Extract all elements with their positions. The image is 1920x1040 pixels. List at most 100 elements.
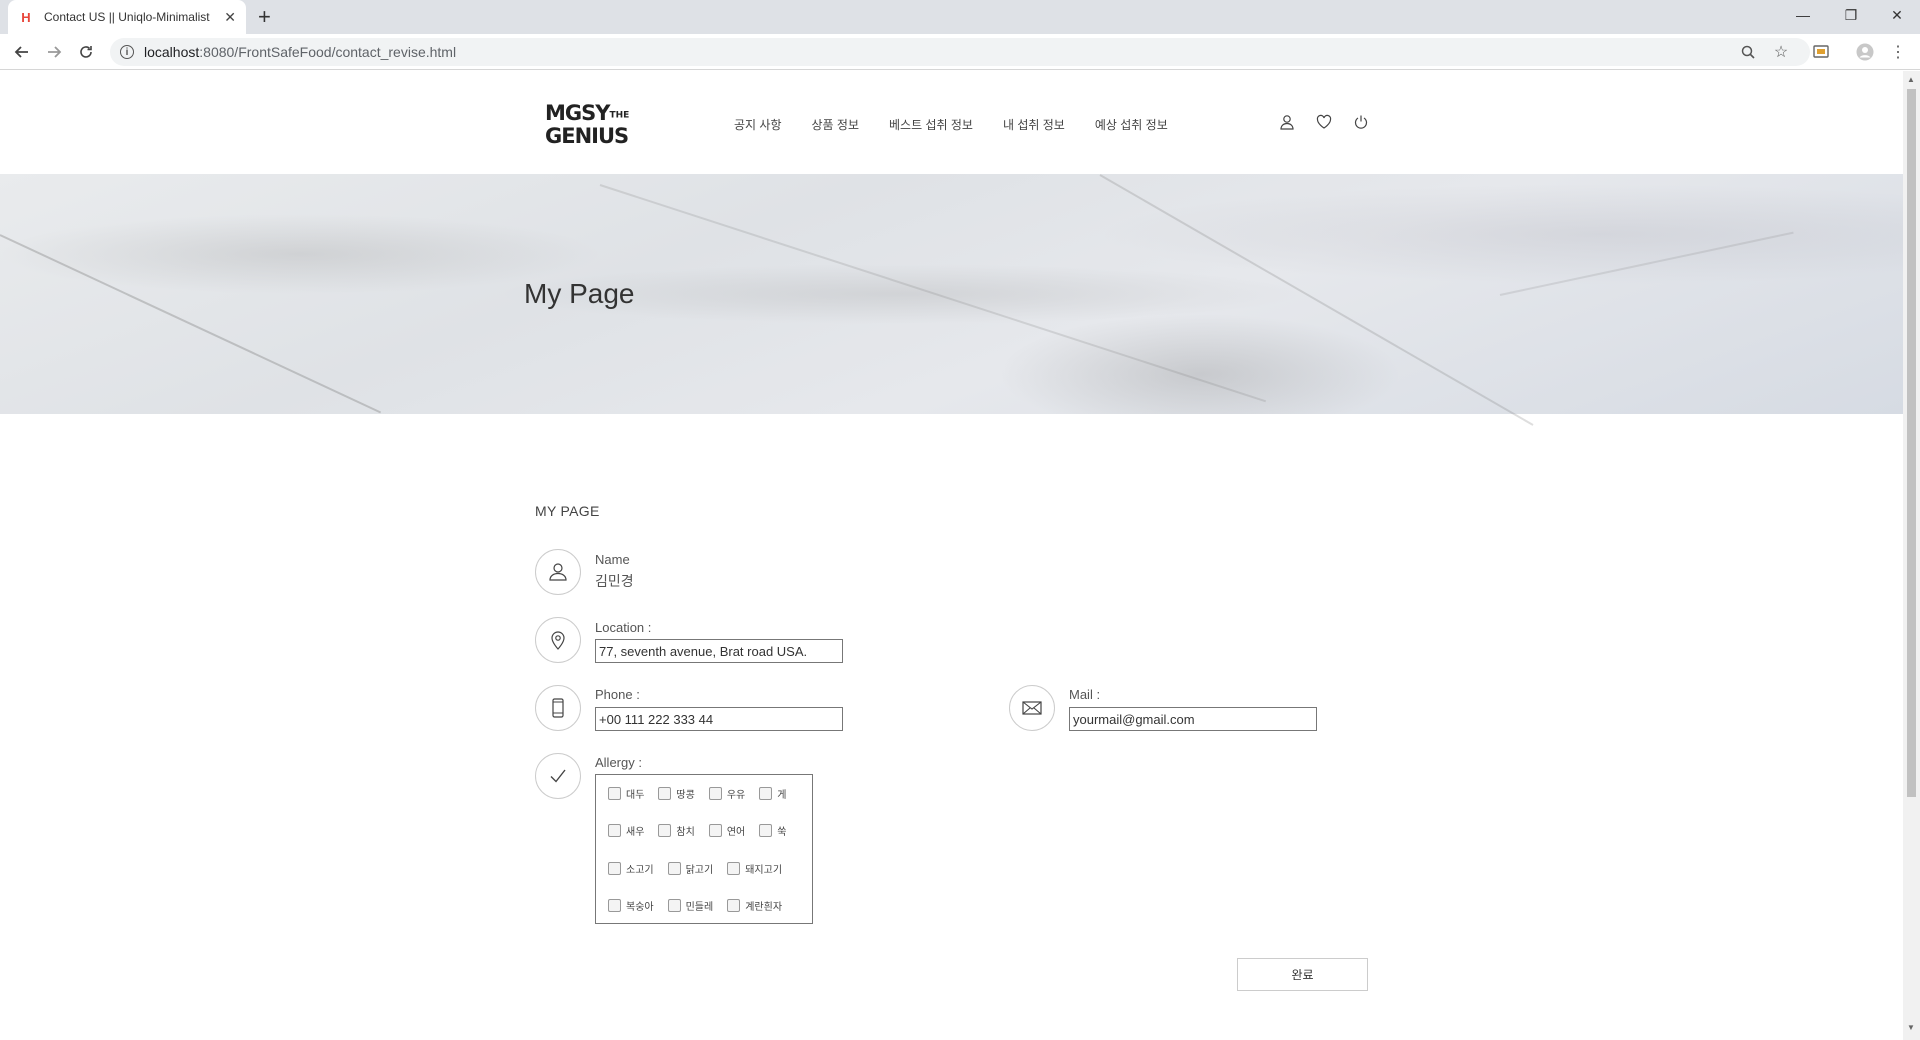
power-icon[interactable] xyxy=(1351,112,1371,132)
allergy-option-label: 쑥 xyxy=(777,827,787,838)
location-label: Location : xyxy=(595,620,652,635)
new-tab-button[interactable]: + xyxy=(258,5,271,29)
checkbox[interactable] xyxy=(658,824,672,837)
allergy-option[interactable]: 닭고기 xyxy=(667,861,714,876)
checkbox[interactable] xyxy=(667,899,681,912)
allergy-option[interactable]: 게 xyxy=(759,786,786,801)
hero-banner: My Page xyxy=(0,174,1903,426)
allergy-option[interactable]: 새우 xyxy=(608,823,644,838)
location-input[interactable] xyxy=(595,639,843,663)
menu-kebab-icon[interactable]: ⋮ xyxy=(1888,42,1908,62)
allergy-option-label: 닭고기 xyxy=(685,865,714,876)
nav-my-intake[interactable]: 내 섭취 정보 xyxy=(1003,116,1065,133)
check-icon xyxy=(535,753,581,799)
allergy-option-label: 돼지고기 xyxy=(745,865,783,876)
restore-button[interactable]: ❐ xyxy=(1828,0,1874,30)
allergy-option[interactable]: 연어 xyxy=(708,823,746,838)
checkbox[interactable] xyxy=(667,862,681,875)
nav-best-intake[interactable]: 베스트 섭취 정보 xyxy=(889,116,973,133)
zoom-icon[interactable] xyxy=(1738,42,1758,62)
nav-expected-intake[interactable]: 예상 섭취 정보 xyxy=(1095,116,1168,133)
close-tab-icon[interactable]: ✕ xyxy=(224,9,236,26)
allergy-option-label: 대두 xyxy=(626,790,645,801)
phone-label: Phone : xyxy=(595,687,640,702)
marble-vein xyxy=(0,234,382,414)
logo-the: THE xyxy=(609,110,630,121)
allergy-option[interactable]: 우유 xyxy=(708,786,746,801)
bookmark-star-icon[interactable]: ☆ xyxy=(1771,42,1791,62)
logo-line2: GENIUS xyxy=(545,123,629,148)
allergy-option-label: 민들레 xyxy=(685,902,714,913)
browser-tab[interactable]: H Contact US || Uniqlo-Minimalist ✕ xyxy=(8,0,246,34)
allergy-option-label: 소고기 xyxy=(626,865,654,876)
allergy-option-label: 계란흰자 xyxy=(745,902,783,913)
minimize-button[interactable]: — xyxy=(1780,0,1826,30)
mail-label: Mail : xyxy=(1069,687,1101,702)
allergy-option-label: 참치 xyxy=(676,827,695,838)
address-bar[interactable]: i localhost:8080/FrontSafeFood/contact_r… xyxy=(110,38,1810,66)
checkbox[interactable] xyxy=(727,899,741,912)
checkbox[interactable] xyxy=(608,899,621,912)
name-value: 김민경 xyxy=(595,573,634,589)
back-icon[interactable] xyxy=(10,40,34,64)
scroll-up-icon[interactable]: ▲ xyxy=(1907,75,1915,84)
site-logo[interactable]: MGSYTHE GENIUS xyxy=(545,103,629,148)
nav-product-info[interactable]: 상품 정보 xyxy=(812,116,860,133)
allergy-option[interactable]: 돼지고기 xyxy=(727,861,782,876)
allergy-option[interactable]: 소고기 xyxy=(608,861,654,876)
allergy-option[interactable]: 쑥 xyxy=(759,823,786,838)
phone-icon xyxy=(535,685,581,731)
page-content: MGSYTHE GENIUS 공지 사항 상품 정보 베스트 섭취 정보 내 섭… xyxy=(0,71,1903,1040)
main-nav: 공지 사항 상품 정보 베스트 섭취 정보 내 섭취 정보 예상 섭취 정보 xyxy=(734,116,1198,133)
allergy-label: Allergy : xyxy=(595,755,642,770)
allergy-checkbox-group: 대두 땅콩 우유 게 새우 참치 연어 쑥 소고기 닭고기 돼지고기 복숭아 민… xyxy=(595,774,813,924)
scrollbar-thumb[interactable] xyxy=(1907,89,1916,797)
allergy-option-label: 게 xyxy=(777,790,787,801)
allergy-option[interactable]: 복숭아 xyxy=(608,898,654,913)
allergy-option[interactable]: 계란흰자 xyxy=(727,898,782,913)
checkbox[interactable] xyxy=(759,824,773,837)
tab-title: Contact US || Uniqlo-Minimalist xyxy=(44,10,210,24)
browser-toolbar: i localhost:8080/FrontSafeFood/contact_r… xyxy=(0,34,1920,70)
allergy-option[interactable]: 대두 xyxy=(608,786,644,801)
mail-input[interactable] xyxy=(1069,707,1317,731)
allergy-option-label: 우유 xyxy=(726,790,746,801)
browser-tab-bar: H Contact US || Uniqlo-Minimalist ✕ + — … xyxy=(0,0,1920,34)
allergy-option[interactable]: 민들레 xyxy=(667,898,714,913)
profile-avatar-icon[interactable] xyxy=(1855,42,1875,62)
nav-notice[interactable]: 공지 사항 xyxy=(734,116,782,133)
scroll-down-icon[interactable]: ▼ xyxy=(1907,1023,1915,1032)
page-scrollbar[interactable]: ▲ ▼ xyxy=(1903,71,1920,1040)
page-title: My Page xyxy=(524,278,635,309)
allergy-row: 소고기 닭고기 돼지고기 xyxy=(608,861,796,876)
close-window-button[interactable]: ✕ xyxy=(1874,0,1920,30)
url-host: localhost xyxy=(144,44,200,60)
checkbox[interactable] xyxy=(759,787,773,800)
checkbox[interactable] xyxy=(608,787,621,800)
checkbox[interactable] xyxy=(658,787,672,800)
allergy-row: 새우 참치 연어 쑥 xyxy=(608,823,800,838)
cast-icon[interactable] xyxy=(1811,42,1831,62)
allergy-option-label: 땅콩 xyxy=(676,790,695,801)
checkbox[interactable] xyxy=(608,824,621,837)
allergy-option[interactable]: 참치 xyxy=(658,823,695,838)
allergy-option-label: 새우 xyxy=(626,827,645,838)
allergy-row: 복숭아 민들레 계란흰자 xyxy=(608,898,796,913)
checkbox[interactable] xyxy=(708,824,722,837)
mail-icon xyxy=(1009,685,1055,731)
forward-icon[interactable] xyxy=(42,40,66,64)
user-icon[interactable] xyxy=(1277,112,1297,132)
checkbox[interactable] xyxy=(608,862,621,875)
allergy-option[interactable]: 땅콩 xyxy=(658,786,695,801)
marble-vein xyxy=(1499,231,1794,296)
phone-input[interactable] xyxy=(595,707,843,731)
allergy-option-label: 연어 xyxy=(726,827,746,838)
info-icon[interactable]: i xyxy=(120,45,134,59)
user-icon xyxy=(535,549,581,595)
heart-icon[interactable] xyxy=(1314,112,1334,132)
submit-button[interactable]: 완료 xyxy=(1237,958,1368,991)
marble-vein xyxy=(1099,174,1534,426)
reload-icon[interactable] xyxy=(74,40,98,64)
checkbox[interactable] xyxy=(708,787,722,800)
checkbox[interactable] xyxy=(727,862,741,875)
